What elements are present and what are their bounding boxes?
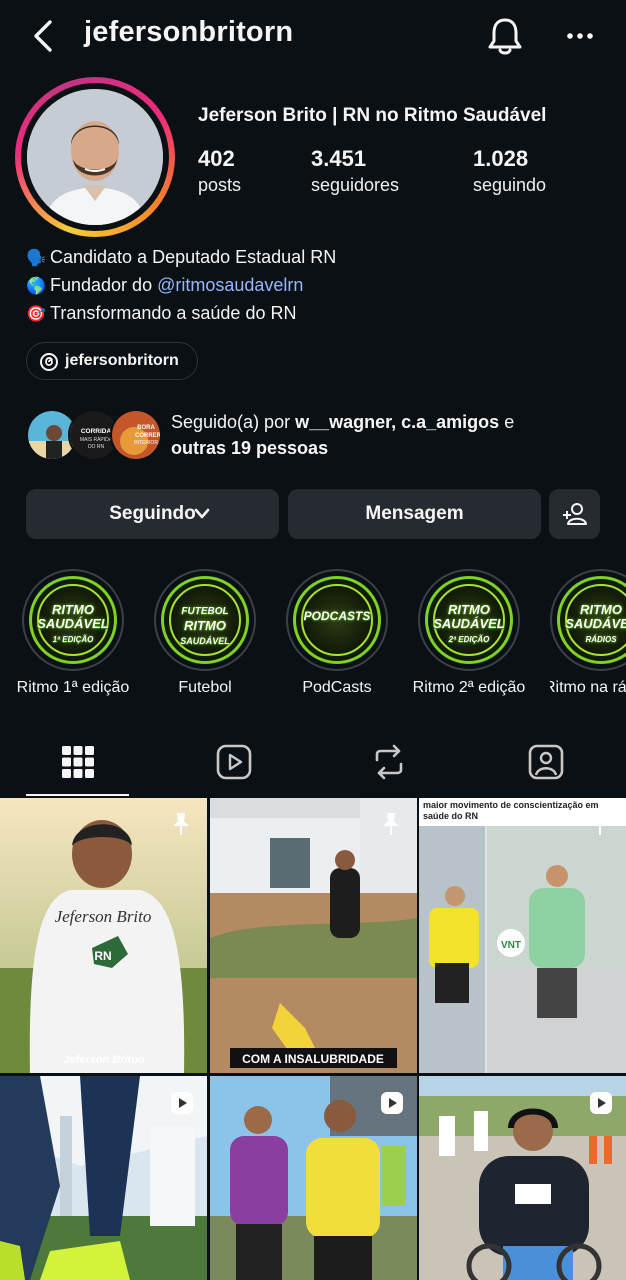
highlight-label: Ritmo 2ª edição — [412, 679, 526, 696]
bio-line: 🎯 Transformando a saúde do RN — [26, 300, 336, 328]
globe-icon: 🌎 — [26, 278, 46, 295]
post-thumbnail[interactable]: RN Jeferson Brito Jeferson Britoo — [0, 798, 207, 1073]
posts-count[interactable]: 402 posts — [198, 146, 241, 196]
grid-icon[interactable] — [58, 742, 98, 782]
profile-username: jefersonbritorn — [84, 16, 294, 48]
highlight-clip: RITMOSAUDÁVELRÁDIOS Ritmo na rá — [550, 569, 626, 709]
reposts-icon[interactable] — [369, 742, 409, 782]
story-highlight[interactable]: RITMO SAUDÁVEL 1ª EDIÇÃO Ritmo 1ª edição — [17, 569, 129, 696]
bell-icon[interactable] — [486, 16, 524, 56]
svg-text:Jeferson Brito: Jeferson Brito — [55, 907, 152, 926]
active-tab-indicator — [26, 794, 129, 796]
post-image: COM A INSALUBRIDADE — [210, 798, 417, 1073]
highlight-label: Ritmo na rá — [550, 679, 626, 696]
svg-text:BORA: BORA — [137, 425, 155, 431]
mutual-followers[interactable]: CORRIDA MAIS RÁPIDA DO RN BORA CORRER INTERI… — [26, 405, 606, 463]
profile-avatar-story-ring[interactable] — [15, 77, 175, 237]
chevron-down-icon — [194, 508, 210, 519]
reels-icon[interactable] — [214, 742, 254, 782]
post-thumbnail[interactable]: COM A INSALUBRIDADE — [210, 798, 417, 1073]
svg-text:RN: RN — [94, 949, 111, 963]
profile-bio: 🗣️ Candidato a Deputado Estadual RN 🌎 Fund… — [26, 244, 336, 328]
post-image: VNT maior movimento de conscientização e… — [419, 798, 626, 1073]
posts-grid: RN Jeferson Brito Jeferson Britoo COM A … — [0, 798, 626, 1280]
top-bar: jefersonbritorn — [0, 0, 626, 72]
svg-text:CORRIDA: CORRIDA — [81, 428, 112, 435]
svg-text:Jeferson Britoo: Jeferson Britoo — [63, 1054, 145, 1066]
pinned-icon — [383, 813, 399, 835]
back-arrow-icon[interactable] — [30, 18, 60, 54]
svg-text:CORRER: CORRER — [135, 433, 162, 439]
svg-text:COM A INSALUBRIDADE: COM A INSALUBRIDADE — [242, 1052, 384, 1066]
story-highlight[interactable]: FUTEBOL RITMO SAUDÁVEL Futebol — [154, 569, 256, 696]
pinned-icon — [173, 813, 189, 835]
following-button[interactable]: Seguindo — [26, 489, 279, 539]
followed-by-text: Seguido(a) por w__wagner, c.a_amigos e ou… — [171, 412, 515, 458]
mutual-follower-avatar: BORA CORRER INTERIOR — [110, 409, 162, 461]
add-person-icon — [563, 503, 587, 525]
profile-avatar — [27, 89, 163, 225]
post-thumbnail[interactable] — [210, 1076, 417, 1280]
profile-display-name: Jeferson Brito | RN no Ritmo Saudável — [198, 105, 547, 126]
suggested-users-button[interactable] — [549, 489, 600, 539]
story-highlight[interactable]: RITMO SAUDÁVEL 2ª EDIÇÃO Ritmo 2ª edição — [413, 569, 525, 696]
avatar-photo — [27, 89, 163, 225]
target-icon: 🎯 — [26, 306, 46, 323]
svg-text:MAIS RÁPIDA: MAIS RÁPIDA — [80, 436, 113, 443]
svg-text:INTERIOR: INTERIOR — [134, 440, 158, 446]
story-highlight[interactable]: PODCASTS PodCasts — [286, 569, 388, 696]
profile-content-tabs — [0, 732, 626, 796]
pinned-icon — [592, 813, 608, 835]
following-count[interactable]: 1.028 seguindo — [473, 146, 546, 196]
reel-icon — [381, 1092, 403, 1114]
post-thumbnail[interactable]: VNT maior movimento de conscientização e… — [419, 798, 626, 1073]
more-options-icon[interactable] — [562, 22, 598, 50]
tagged-icon[interactable] — [526, 742, 566, 782]
followers-count[interactable]: 3.451 seguidores — [311, 146, 399, 196]
bio-line: 🌎 Fundador do @ritmosaudavelrn — [26, 272, 336, 300]
bio-mention-link[interactable]: @ritmosaudavelrn — [157, 275, 303, 295]
svg-text:VNT: VNT — [501, 940, 521, 951]
reel-icon — [171, 1092, 193, 1114]
bio-line: 🗣️ Candidato a Deputado Estadual RN — [26, 244, 336, 272]
speaking-head-icon: 🗣️ — [26, 250, 46, 267]
post-thumbnail[interactable] — [0, 1076, 207, 1280]
threads-icon — [40, 353, 58, 371]
reel-icon — [590, 1092, 612, 1114]
post-image: RN Jeferson Brito Jeferson Britoo — [0, 798, 207, 1073]
message-button[interactable]: Mensagem — [288, 489, 541, 539]
svg-text:DO RN: DO RN — [88, 444, 105, 450]
story-highlight[interactable]: RITMOSAUDÁVELRÁDIOS Ritmo na rá — [550, 569, 626, 696]
post-thumbnail[interactable] — [419, 1076, 626, 1280]
threads-profile-link[interactable]: jefersonbritorn — [26, 342, 198, 380]
